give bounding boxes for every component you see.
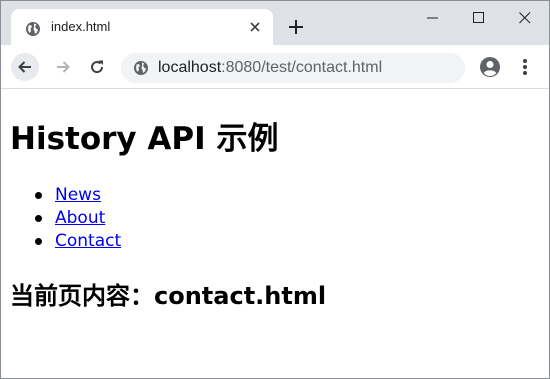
- maximize-icon[interactable]: [455, 1, 501, 35]
- arrow-left-icon: [18, 61, 31, 73]
- url-host: localhost: [158, 59, 222, 76]
- browser-toolbar: localhost:8080/test/contact.html: [1, 46, 549, 89]
- minimize-icon[interactable]: [409, 1, 455, 35]
- back-button[interactable]: [11, 53, 39, 81]
- url-path: :8080/test/contact.html: [221, 59, 383, 76]
- reload-button[interactable]: [83, 53, 111, 81]
- arrow-right-icon: [57, 61, 70, 73]
- tab-active[interactable]: index.html: [11, 9, 273, 46]
- forward-button[interactable]: [49, 53, 77, 81]
- contact-link[interactable]: Contact: [55, 230, 121, 253]
- about-link[interactable]: About: [55, 207, 105, 230]
- page-content: History API 示例 News About Contact 当前页内容：…: [1, 89, 549, 378]
- tab-strip: index.html: [1, 1, 549, 46]
- bullet: [35, 192, 42, 199]
- bullet: [35, 238, 42, 245]
- news-link[interactable]: News: [55, 184, 101, 207]
- bullet: [35, 215, 42, 222]
- address-bar[interactable]: localhost:8080/test/contact.html: [121, 53, 465, 83]
- close-window-icon[interactable]: [501, 1, 547, 35]
- page-title: History API 示例: [10, 121, 279, 157]
- url-text: localhost:8080/test/contact.html: [158, 59, 382, 77]
- browser-window: index.html localhost:8080/test/contact.h…: [0, 0, 550, 379]
- more-vertical-icon[interactable]: [517, 56, 533, 78]
- tab-title: index.html: [51, 19, 111, 34]
- site-info-icon[interactable]: [133, 60, 149, 76]
- current-content-heading: 当前页内容：contact.html: [10, 282, 327, 310]
- close-icon[interactable]: [247, 19, 263, 35]
- globe-icon: [25, 21, 41, 37]
- plus-icon[interactable]: [287, 18, 305, 36]
- reload-icon: [91, 60, 104, 74]
- account-circle-icon[interactable]: [479, 56, 501, 78]
